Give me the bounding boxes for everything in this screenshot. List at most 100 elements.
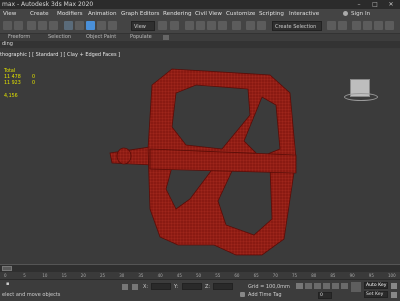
status-bar: ▪ elect and move objects X: Y: Z: Grid =…: [0, 279, 400, 301]
percent-snap-icon[interactable]: [207, 21, 216, 30]
previous-frame-icon[interactable]: [314, 283, 321, 289]
timeline-tick-label: 0: [4, 273, 7, 278]
z-coord-field[interactable]: [213, 283, 233, 290]
timeline-tick-label: 90: [349, 273, 355, 278]
redo-icon[interactable]: [14, 21, 23, 30]
select-by-name-icon[interactable]: [75, 21, 84, 30]
window-title: max - Autodesk 3ds Max 2020: [2, 1, 94, 8]
menu-bar: View Create Modifiers Animation Graph Ed…: [0, 9, 400, 19]
maxscript-listener-icon[interactable]: ▪: [6, 281, 9, 287]
ribbon-tab-populate[interactable]: Populate: [130, 34, 152, 41]
viewcube[interactable]: [344, 77, 378, 101]
close-button[interactable]: ✕: [384, 0, 398, 9]
y-coord-field[interactable]: [182, 283, 202, 290]
timeline-tick-label: 15: [61, 273, 67, 278]
next-frame-icon[interactable]: [332, 283, 339, 289]
x-coord-label: X:: [143, 284, 149, 290]
play-icon[interactable]: [323, 283, 330, 289]
menu-rendering[interactable]: Rendering: [163, 9, 192, 19]
menu-interactive[interactable]: Interactive: [289, 9, 319, 19]
timeline[interactable]: 0 5 10 15 20 25 30 35 40 45 50 55 60 65 70 75 80 85 90 95 10…: [0, 272, 400, 279]
bind-spacewarp-icon[interactable]: [49, 21, 58, 30]
menu-animation[interactable]: Animation: [88, 9, 117, 19]
timeline-tick-label: 30: [119, 273, 125, 278]
stats-title: Total: [4, 69, 16, 74]
menu-scripting[interactable]: Scripting: [259, 9, 284, 19]
go-to-start-icon[interactable]: [305, 283, 312, 289]
ribbon-toggle-icon[interactable]: [163, 35, 169, 40]
current-frame-field[interactable]: 0: [318, 292, 332, 299]
selection-set-dropdown[interactable]: Create Selection Se: [272, 21, 322, 40]
manipulate-icon[interactable]: [170, 21, 179, 30]
status-prompt: elect and move objects: [2, 292, 61, 298]
edit-named-selection-icon[interactable]: [232, 21, 241, 30]
menu-view[interactable]: View: [3, 9, 16, 19]
stats-verts-label: 11 923: [4, 81, 21, 86]
minimize-button[interactable]: –: [352, 0, 366, 9]
timeline-tick-label: 45: [176, 273, 182, 278]
mirror-icon[interactable]: [246, 21, 255, 30]
reference-coordinate-dropdown[interactable]: View: [131, 21, 155, 31]
menu-create[interactable]: Create: [30, 9, 49, 19]
menu-customize[interactable]: Customize: [226, 9, 255, 19]
timeline-tick-label: 100: [388, 273, 396, 278]
timeline-tick-label: 40: [157, 273, 163, 278]
stats-fps: 4,156: [4, 94, 18, 99]
signin-button[interactable]: Sign In: [351, 9, 370, 19]
pan-icon[interactable]: [391, 292, 397, 298]
ribbon-tab-object-paint[interactable]: Object Paint: [86, 34, 116, 41]
timeline-tick-label: 20: [80, 273, 86, 278]
scene-explorer-icon[interactable]: [327, 21, 336, 30]
ribbon-tab-freeform[interactable]: Freeform: [8, 34, 30, 41]
key-mode-icon[interactable]: [296, 283, 303, 289]
ribbon-tab-selection[interactable]: Selection: [48, 34, 71, 41]
render-icon[interactable]: [374, 21, 383, 30]
x-coord-field[interactable]: [151, 283, 171, 290]
user-icon[interactable]: [343, 11, 348, 16]
pivot-icon[interactable]: [158, 21, 167, 30]
angle-snap-icon[interactable]: [196, 21, 205, 30]
unlink-icon[interactable]: [38, 21, 47, 30]
time-tag-icon[interactable]: [240, 292, 245, 297]
timeline-tick-label: 85: [330, 273, 336, 278]
timeline-tick-label: 65: [253, 273, 259, 278]
select-scale-icon[interactable]: [108, 21, 117, 30]
select-object-icon[interactable]: [64, 21, 73, 30]
zoom-icon[interactable]: [391, 283, 397, 289]
transform-mode-icon[interactable]: [132, 284, 138, 290]
render-frame-icon[interactable]: [385, 21, 394, 30]
menu-civil-view[interactable]: Civil View: [195, 9, 222, 19]
add-time-tag-button[interactable]: Add Time Tag: [248, 292, 282, 298]
time-slider-handle[interactable]: [2, 266, 12, 271]
pedal-axle-nut: [116, 147, 132, 165]
timeline-tick-label: 80: [311, 273, 317, 278]
timeline-tick-label: 55: [215, 273, 221, 278]
layer-explorer-icon[interactable]: [338, 21, 347, 30]
y-coord-label: Y:: [174, 284, 179, 290]
auto-key-button[interactable]: Auto Key: [364, 282, 388, 289]
material-editor-icon[interactable]: [352, 21, 361, 30]
modeling-label: ding: [2, 41, 13, 47]
timeline-tick-label: 70: [272, 273, 278, 278]
select-rotate-icon[interactable]: [97, 21, 106, 30]
render-setup-icon[interactable]: [363, 21, 372, 30]
viewcube-ring[interactable]: [344, 93, 378, 101]
maximize-button[interactable]: □: [368, 0, 382, 9]
set-key-button[interactable]: Set Key: [364, 291, 388, 298]
stats-verts-value: 0: [32, 81, 36, 86]
menu-graph-editors[interactable]: Graph Editors: [121, 9, 159, 19]
go-to-end-icon[interactable]: [341, 283, 348, 289]
set-key-icon[interactable]: [351, 282, 361, 292]
spinner-snap-icon[interactable]: [218, 21, 227, 30]
viewport[interactable]: [0, 49, 400, 264]
link-icon[interactable]: [27, 21, 36, 30]
title-bar: max - Autodesk 3ds Max 2020 – □ ✕: [0, 0, 400, 9]
timeline-tick-label: 35: [138, 273, 144, 278]
align-icon[interactable]: [257, 21, 266, 30]
snap-toggle-icon[interactable]: [185, 21, 194, 30]
lock-selection-icon[interactable]: [122, 284, 128, 290]
select-move-icon[interactable]: [86, 21, 95, 30]
undo-icon[interactable]: [3, 21, 12, 30]
viewport-label[interactable]: thographic ] [ Standard ] [ Clay + Edged…: [0, 52, 120, 58]
menu-modifiers[interactable]: Modifiers: [57, 9, 83, 19]
